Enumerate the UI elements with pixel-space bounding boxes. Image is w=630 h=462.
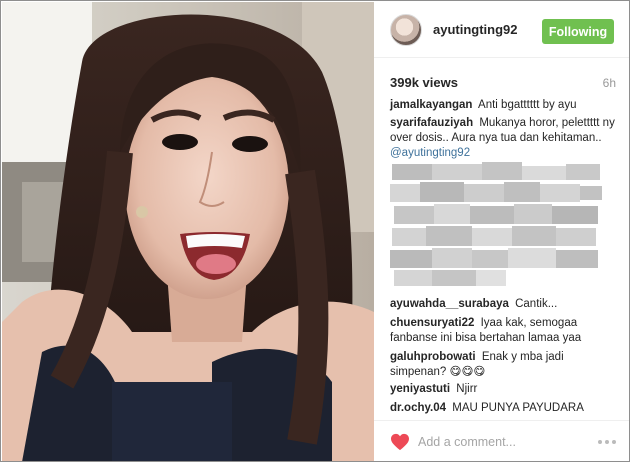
comment-item: jamalkayangan Anti bgatttttt by ayu — [390, 98, 616, 113]
comment-text: MAU PUNYA PAYUDARA — [452, 402, 584, 414]
more-dot — [605, 440, 609, 444]
post-actions-bar — [374, 420, 629, 461]
comment-item: chuensuryati22 Iyaa kak, semogaa fanbans… — [390, 316, 616, 346]
pixelated-mosaic — [390, 160, 604, 290]
comment-author[interactable]: ayuwahda__surabaya — [390, 298, 509, 310]
comment-author[interactable]: galuhprobowati — [390, 351, 476, 363]
heart-icon[interactable] — [390, 433, 410, 451]
avatar[interactable] — [390, 14, 422, 46]
post-header: ayutingting92 Following — [374, 2, 629, 58]
post-side-panel: ayutingting92 Following 399k views 6h ja… — [374, 2, 629, 461]
more-options-icon[interactable] — [598, 440, 616, 444]
post-media[interactable] — [2, 2, 374, 461]
comment-author[interactable]: chuensuryati22 — [390, 317, 474, 329]
comment-text: Cantik... — [515, 298, 558, 310]
more-dot — [612, 440, 616, 444]
following-button[interactable]: Following — [542, 19, 614, 44]
post-timestamp[interactable]: 6h — [603, 76, 616, 90]
instagram-post-window: ayutingting92 Following 399k views 6h ja… — [0, 0, 630, 462]
comment-list: jamalkayangan Anti bgatttttt by ayu syar… — [374, 98, 629, 416]
post-photo — [2, 2, 374, 461]
censored-comment-block — [390, 160, 604, 290]
view-count: 399k views — [390, 75, 458, 90]
comment-author[interactable]: syarifafauziyah — [390, 117, 473, 129]
author-username[interactable]: ayutingting92 — [433, 22, 518, 37]
comment-mention[interactable]: @ayutingting92 — [390, 147, 470, 159]
comment-item: syarifafauziyah Mukanya horor, pelettttt… — [390, 116, 616, 161]
comment-author[interactable]: yeniyastuti — [390, 383, 450, 395]
comment-item: galuhprobowati Enak y mba jadi simpenan?… — [390, 350, 616, 380]
post-stats: 399k views 6h — [374, 58, 629, 98]
comment-item: yeniyastuti Njirr — [390, 382, 616, 397]
comment-author[interactable]: jamalkayangan — [390, 99, 472, 111]
more-dot — [598, 440, 602, 444]
add-comment-input[interactable] — [418, 431, 588, 453]
comment-item: dr.ochy.04 MAU PUNYA PAYUDARA — [390, 401, 616, 416]
comment-item: ayuwahda__surabaya Cantik... — [390, 297, 616, 312]
comment-text: Anti bgatttttt by ayu — [478, 99, 577, 111]
comment-text: Njirr — [456, 383, 478, 395]
comment-author[interactable]: dr.ochy.04 — [390, 402, 446, 414]
